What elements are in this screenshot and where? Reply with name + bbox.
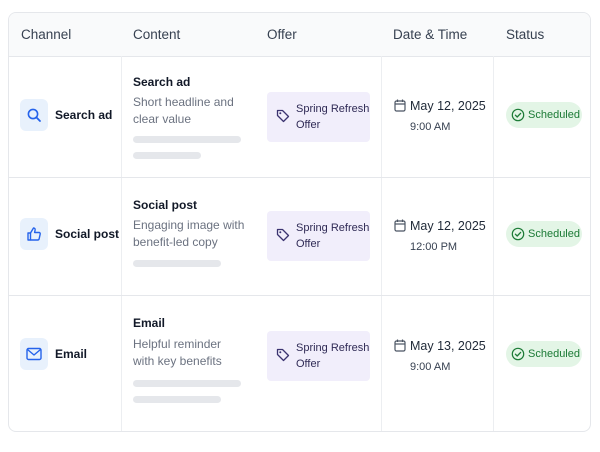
- content-description: Engaging image with benefit-led copy: [133, 218, 245, 249]
- status-label: Scheduled: [528, 228, 580, 240]
- table-row[interactable]: Email Email Helpful reminder with key be…: [9, 296, 590, 431]
- header-content[interactable]: Content: [133, 13, 180, 56]
- scheduled-time: 12:00 PM: [410, 241, 458, 253]
- header-date-time[interactable]: Date & Time: [393, 13, 467, 56]
- placeholder-line: [133, 152, 201, 159]
- offer-chip[interactable]: Spring Refresh Offer: [267, 92, 370, 142]
- check-circle-icon: [511, 108, 525, 122]
- tag-icon: [276, 109, 290, 123]
- content-title: Social post: [133, 198, 198, 212]
- tag-icon: [276, 228, 290, 242]
- search-icon: [20, 99, 48, 131]
- channel-label: Social post: [55, 227, 120, 241]
- calendar-icon: [394, 99, 406, 112]
- status-badge: Scheduled: [506, 221, 582, 247]
- placeholder-line: [133, 136, 241, 143]
- offer-label: Spring Refresh Offer: [296, 342, 370, 370]
- channel-label: Search ad: [55, 108, 113, 122]
- header-status[interactable]: Status: [506, 13, 544, 56]
- header-offer[interactable]: Offer: [267, 13, 297, 56]
- scheduled-date: May 12, 2025: [410, 219, 486, 233]
- placeholder-line: [133, 396, 221, 403]
- content-title: Email: [133, 316, 166, 330]
- content-description: Helpful reminder with key benefits: [133, 337, 222, 368]
- status-label: Scheduled: [528, 348, 580, 360]
- offer-label: Spring Refresh Offer: [296, 222, 370, 250]
- placeholder-line: [133, 380, 241, 387]
- status-badge: Scheduled: [506, 102, 582, 128]
- campaign-schedule-table: Channel Content Offer Date & Time Status…: [8, 12, 591, 432]
- offer-chip[interactable]: Spring Refresh Offer: [267, 331, 370, 381]
- mail-icon: [20, 338, 48, 370]
- offer-chip[interactable]: Spring Refresh Offer: [267, 211, 370, 261]
- scheduled-date: May 13, 2025: [410, 339, 486, 353]
- status-label: Scheduled: [528, 109, 580, 121]
- tag-icon: [276, 348, 290, 362]
- scheduled-time: 9:00 AM: [410, 361, 451, 373]
- offer-label: Spring Refresh Offer: [296, 103, 370, 131]
- table-header: Channel Content Offer Date & Time Status: [9, 13, 590, 57]
- content-title: Search ad: [133, 75, 191, 89]
- thumbs-up-icon: [20, 218, 48, 250]
- table-row[interactable]: Social post Social post Engaging image w…: [9, 178, 590, 296]
- check-circle-icon: [511, 347, 525, 361]
- table-row[interactable]: Search ad Search ad Short headline and c…: [9, 57, 590, 178]
- scheduled-date: May 12, 2025: [410, 99, 486, 113]
- check-circle-icon: [511, 227, 525, 241]
- calendar-icon: [394, 339, 406, 352]
- placeholder-line: [133, 260, 221, 267]
- calendar-icon: [394, 219, 406, 232]
- scheduled-time: 9:00 AM: [410, 121, 451, 133]
- header-channel[interactable]: Channel: [21, 13, 71, 56]
- channel-label: Email: [55, 347, 88, 361]
- content-description: Short headline and clear value: [133, 95, 234, 126]
- status-badge: Scheduled: [506, 341, 582, 367]
